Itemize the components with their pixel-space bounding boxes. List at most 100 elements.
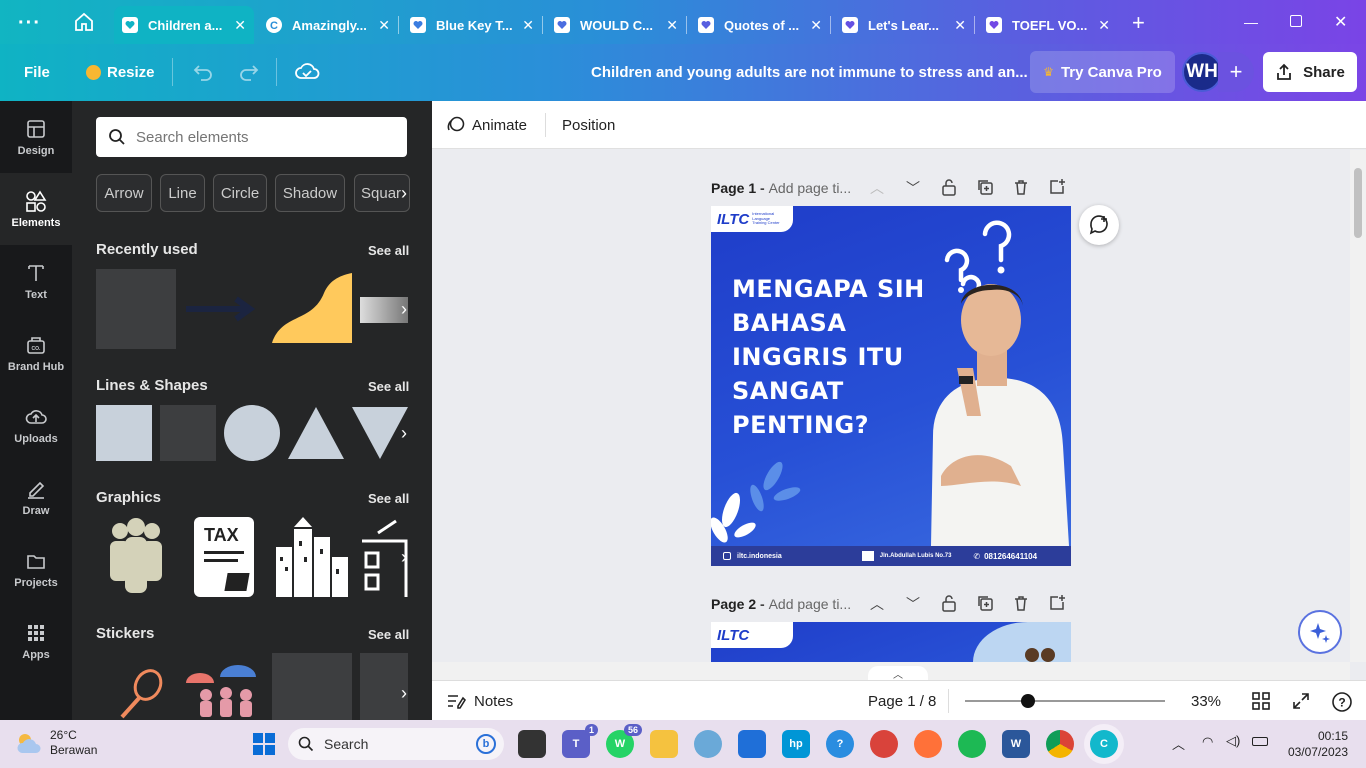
close-icon[interactable]: ✕ <box>810 17 822 34</box>
share-button[interactable]: Share <box>1263 52 1357 92</box>
avatar[interactable]: WH <box>1182 52 1222 92</box>
page-counter[interactable]: Page 1 / 8 <box>868 693 936 710</box>
recent-rectangle[interactable] <box>96 269 176 349</box>
word-icon[interactable]: W <box>1002 730 1030 758</box>
firefox-icon[interactable] <box>914 730 942 758</box>
rail-item-apps[interactable]: Apps <box>0 605 72 677</box>
comment-button[interactable] <box>1079 205 1119 245</box>
chevron-down-icon[interactable]: ﹀ <box>904 594 922 614</box>
system-tray-chevron-icon[interactable]: ︿ <box>1172 734 1185 753</box>
undo-icon[interactable] <box>192 60 214 87</box>
resize-button[interactable]: Resize <box>86 64 155 81</box>
start-button[interactable] <box>252 732 276 761</box>
chip-circle[interactable]: Circle <box>213 174 267 212</box>
redo-icon[interactable] <box>238 60 260 87</box>
clock[interactable]: 00:15 03/07/2023 <box>1286 728 1348 760</box>
recent-arrow[interactable] <box>184 289 264 329</box>
spotify-icon[interactable] <box>958 730 986 758</box>
tab-lets-learn[interactable]: Let's Lear... ✕ <box>834 6 974 44</box>
file-menu[interactable]: File <box>24 64 50 81</box>
tab-would[interactable]: WOULD C... ✕ <box>546 6 686 44</box>
close-icon[interactable]: ✕ <box>234 17 246 34</box>
document-title[interactable]: Children and young adults are not immune… <box>591 64 1028 81</box>
close-icon[interactable]: ✕ <box>522 17 534 34</box>
grid-view-icon[interactable] <box>1252 692 1270 710</box>
help-icon[interactable]: ? <box>1331 691 1353 713</box>
tab-blue-key[interactable]: Blue Key T... ✕ <box>402 6 542 44</box>
see-all-link[interactable]: See all <box>368 491 409 506</box>
people-app-icon[interactable] <box>694 730 722 758</box>
magic-assistant-button[interactable] <box>1298 610 1342 654</box>
zoom-slider-thumb[interactable] <box>1021 694 1035 708</box>
restore-icon[interactable] <box>1290 15 1302 27</box>
graphics-next-icon[interactable]: › <box>392 537 416 577</box>
square-shape[interactable] <box>96 405 152 461</box>
search-box[interactable] <box>96 117 407 157</box>
close-icon[interactable]: ✕ <box>378 17 390 34</box>
add-page-icon[interactable] <box>1048 178 1066 196</box>
sticker-placeholder[interactable] <box>272 653 352 720</box>
page-title-input[interactable]: Add page ti... <box>769 180 852 196</box>
get-help-icon[interactable]: ? <box>826 730 854 758</box>
close-icon[interactable]: ✕ <box>666 17 678 34</box>
rail-item-draw[interactable]: Draw <box>0 461 72 533</box>
see-all-link[interactable]: See all <box>368 243 409 258</box>
notes-button[interactable]: Notes <box>446 692 513 710</box>
whatsapp-icon[interactable]: W 56 <box>606 724 642 758</box>
lock-icon[interactable] <box>940 178 958 196</box>
rail-item-uploads[interactable]: Uploads <box>0 389 72 461</box>
see-all-link[interactable]: See all <box>368 627 409 642</box>
search-input[interactable] <box>136 128 386 146</box>
duplicate-icon[interactable] <box>976 178 994 196</box>
menu-dots-icon[interactable]: ··· <box>18 12 41 35</box>
rail-item-elements[interactable]: Elements <box>0 173 72 245</box>
racket-sticker[interactable] <box>116 667 166 720</box>
vertical-scrollbar[interactable] <box>1350 150 1366 662</box>
rail-item-design[interactable]: Design <box>0 101 72 173</box>
position-button[interactable]: Position <box>562 117 615 134</box>
add-collaborator-icon[interactable]: + <box>1218 52 1254 92</box>
lock-icon[interactable] <box>940 594 958 612</box>
add-page-icon[interactable] <box>1048 594 1066 612</box>
task-view-icon[interactable] <box>518 730 546 758</box>
animate-button[interactable]: Animate <box>446 115 527 135</box>
rail-item-text[interactable]: Text <box>0 245 72 317</box>
dark-square-shape[interactable] <box>160 405 216 461</box>
game-icon[interactable] <box>870 730 898 758</box>
rail-item-projects[interactable]: Projects <box>0 533 72 605</box>
weather-widget[interactable]: 26°C Berawan <box>14 728 97 758</box>
circle-shape[interactable] <box>224 405 280 461</box>
store-icon[interactable] <box>738 730 766 758</box>
design-page-1[interactable]: ILTC International Language Training Cen… <box>711 206 1071 566</box>
tax-document-graphic[interactable]: TAX <box>194 517 254 597</box>
canva-app-icon[interactable]: C <box>1090 730 1118 758</box>
triangle-shape[interactable] <box>288 407 344 459</box>
trash-icon[interactable] <box>1012 594 1030 612</box>
rail-item-brand-hub[interactable]: CO. Brand Hub <box>0 317 72 389</box>
tab-quotes[interactable]: Quotes of ... ✕ <box>690 6 830 44</box>
minimize-icon[interactable]: — <box>1244 14 1258 30</box>
kids-umbrella-sticker[interactable] <box>184 663 264 720</box>
volume-icon[interactable]: ◁) <box>1226 733 1240 749</box>
chip-shadow[interactable]: Shadow <box>275 174 345 212</box>
new-tab-icon[interactable]: + <box>1132 10 1145 36</box>
chrome-icon[interactable] <box>1046 730 1074 758</box>
teams-icon[interactable]: T1 <box>562 724 598 758</box>
chip-arrow[interactable]: Arrow <box>96 174 152 212</box>
tab-children[interactable]: Children a... ✕ <box>114 6 254 44</box>
battery-icon[interactable] <box>1252 737 1268 746</box>
zoom-slider[interactable] <box>965 694 1165 708</box>
people-graphic[interactable] <box>106 517 166 597</box>
tab-toefl[interactable]: TOEFL VO... ✕ <box>978 6 1118 44</box>
recent-yellow-shape[interactable] <box>272 273 352 345</box>
zoom-level[interactable]: 33% <box>1191 693 1221 710</box>
wifi-icon[interactable]: ◠ <box>1202 734 1213 750</box>
page-title-input[interactable]: Add page ti... <box>769 596 852 612</box>
try-pro-button[interactable]: ♛ Try Canva Pro <box>1030 51 1175 93</box>
buildings-graphic[interactable] <box>274 517 350 597</box>
design-page-2[interactable]: ILTC <box>711 622 1071 662</box>
home-icon[interactable] <box>74 12 94 37</box>
window-close-icon[interactable]: ✕ <box>1334 12 1347 32</box>
close-icon[interactable]: ✕ <box>954 17 966 34</box>
myhp-icon[interactable]: hp <box>782 730 810 758</box>
